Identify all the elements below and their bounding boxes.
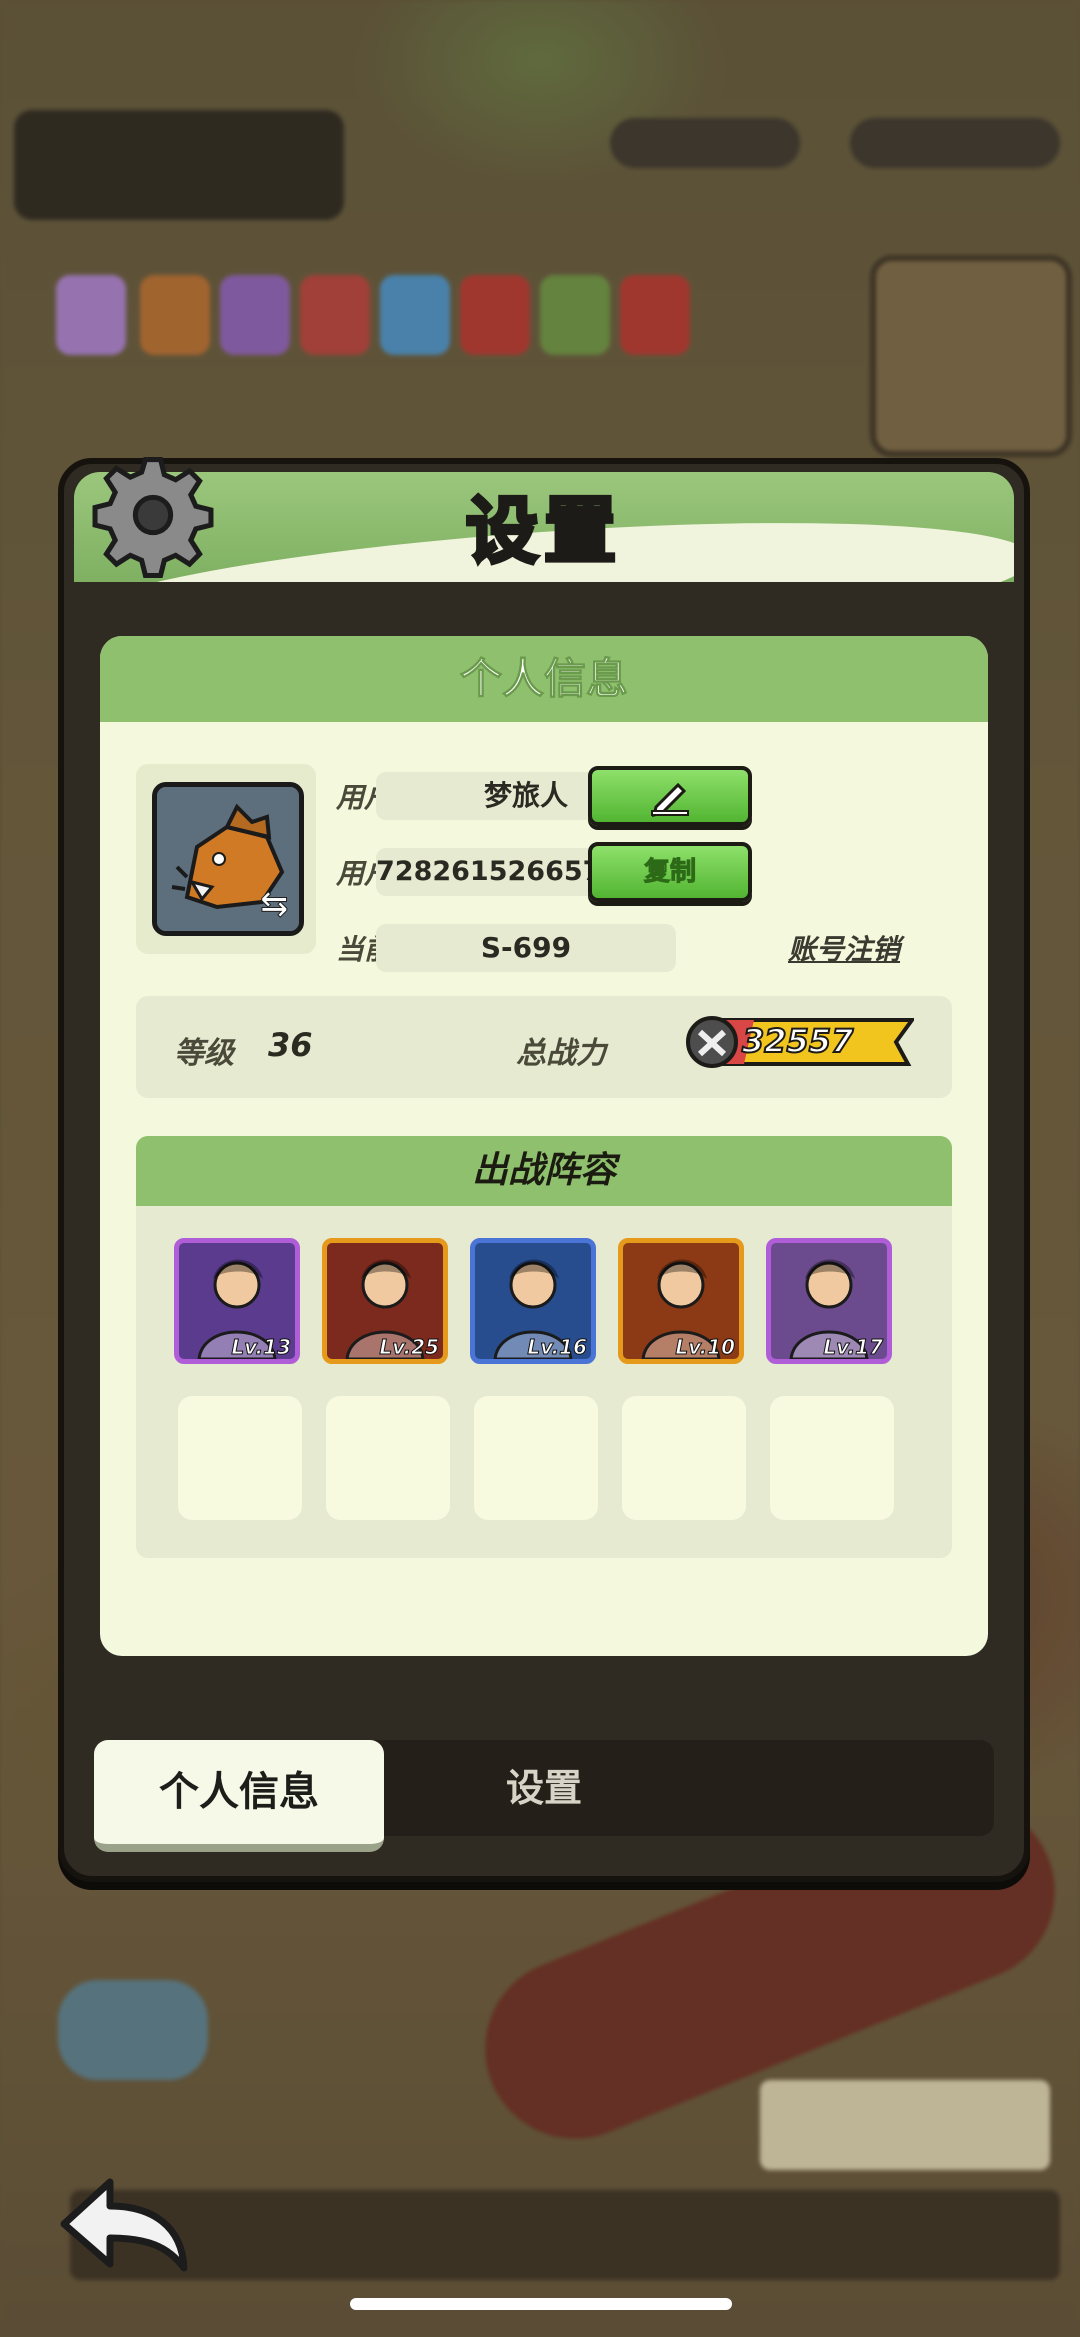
avatar-container[interactable]: ⇆ <box>136 764 316 954</box>
hero-portrait[interactable]: Lv.25 <box>322 1238 448 1364</box>
tab-personal-info[interactable]: 个人信息 <box>94 1740 384 1852</box>
server-field: S-699 <box>376 924 676 972</box>
profile-card: 个人信息 ⇆ 用户昵称 梦旅人 用户 ID <box>100 636 988 1656</box>
hero-level: Lv.16 <box>527 1335 588 1360</box>
empty-slot[interactable] <box>178 1396 302 1520</box>
tab-settings[interactable]: 设置 <box>394 1740 694 1836</box>
hero-level: Lv.10 <box>675 1335 736 1360</box>
lineup-title: 出战阵容 <box>136 1136 952 1206</box>
hero-level: Lv.25 <box>379 1335 440 1360</box>
back-arrow-icon[interactable] <box>56 2168 192 2278</box>
pencil-icon <box>651 782 689 817</box>
level-label: 等级 <box>174 1036 234 1071</box>
hero-portrait[interactable]: Lv.17 <box>766 1238 892 1364</box>
empty-slot[interactable] <box>326 1396 450 1520</box>
edit-nickname-button[interactable] <box>588 766 752 826</box>
hero-level: Lv.13 <box>231 1335 292 1360</box>
home-indicator[interactable] <box>350 2298 732 2310</box>
hero-level: Lv.17 <box>823 1335 884 1360</box>
empty-slot[interactable] <box>622 1396 746 1520</box>
hero-portrait[interactable]: Lv.13 <box>174 1238 300 1364</box>
cancel-account-link[interactable]: 账号注销 <box>788 928 900 968</box>
stats-bar: 等级 36 总战力 32557 <box>136 996 952 1098</box>
hero-portrait[interactable]: Lv.10 <box>618 1238 744 1364</box>
tab-bar: 个人信息 设置 <box>94 1740 994 1852</box>
copy-id-button[interactable]: 复制 <box>588 842 752 902</box>
empty-slot[interactable] <box>474 1396 598 1520</box>
level-value: 36 <box>268 1026 313 1064</box>
power-badge: 32557 <box>684 1014 916 1068</box>
hero-portrait[interactable]: Lv.16 <box>470 1238 596 1364</box>
settings-panel: 设置 个人信息 ⇆ 用户昵称 梦旅人 <box>58 457 1030 1882</box>
power-label: 总战力 <box>516 1036 606 1071</box>
battle-lineup: 出战阵容 Lv.13 Lv.25 Lv.16 Lv.10 Lv.17 <box>136 1136 952 1558</box>
profile-section-title: 个人信息 <box>100 636 988 722</box>
power-value: 32557 <box>741 1021 854 1061</box>
gear-icon <box>92 457 214 578</box>
empty-slot[interactable] <box>770 1396 894 1520</box>
swap-avatar-icon[interactable]: ⇆ <box>260 884 304 928</box>
